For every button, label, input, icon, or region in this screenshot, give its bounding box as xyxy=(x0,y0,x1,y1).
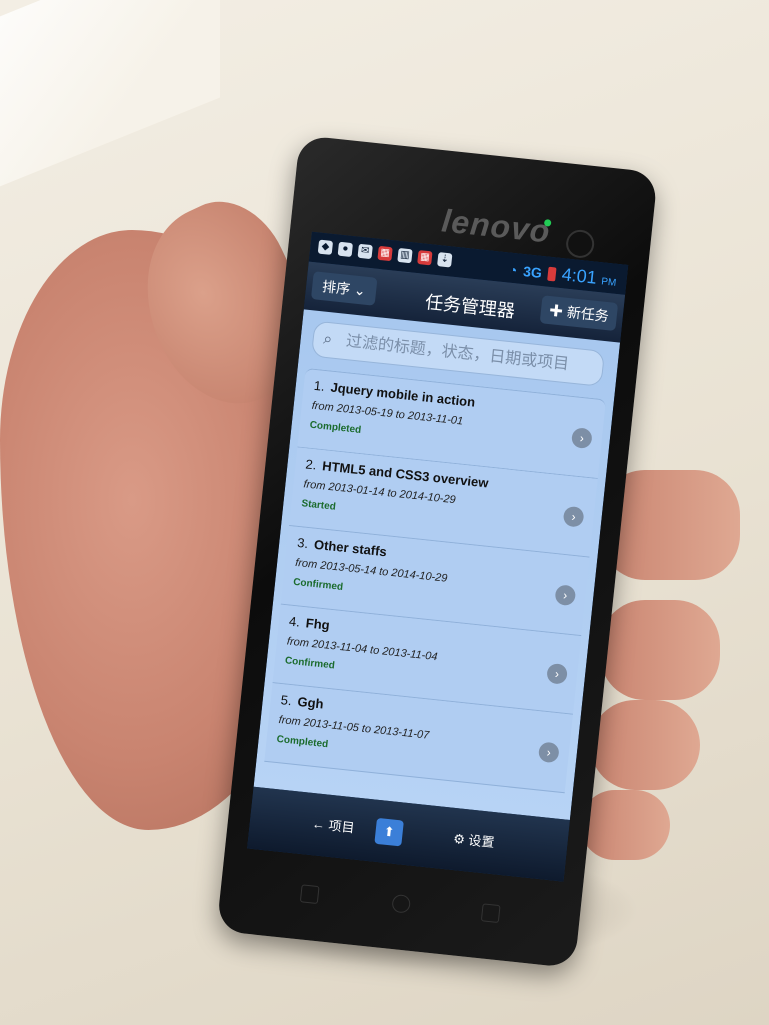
home-key[interactable] xyxy=(391,893,412,914)
task-title: 4. Fhg xyxy=(288,613,331,633)
new-task-button[interactable]: ✚ 新任务 xyxy=(539,295,619,332)
chevron-right-icon: › xyxy=(554,584,577,607)
sort-label: 排序 xyxy=(321,278,352,298)
task-title: 3. Other staffs xyxy=(296,535,388,560)
menu-key[interactable] xyxy=(480,903,501,924)
gear-icon: ⚙ xyxy=(452,830,466,848)
calendar-icon: ▦ xyxy=(377,245,393,262)
chat-icon: ● xyxy=(337,241,353,258)
settings-button[interactable]: ⚙ 设置 xyxy=(444,825,504,857)
chevron-right-icon: › xyxy=(562,505,585,528)
task-status: Started xyxy=(300,498,337,513)
search-icon: ⌕ xyxy=(322,330,334,349)
task-status: Confirmed xyxy=(292,576,344,593)
finger-2 xyxy=(600,600,720,700)
app-icon: ◆ xyxy=(317,239,334,255)
arrow-up-icon: ⬆ xyxy=(382,823,396,840)
page-title: 任务管理器 xyxy=(424,292,516,322)
phone-screen: ◆ ● ✉ ▦ ▥ ▦ ⇣ ◔ 3G 4:01 PM 排序 ⌄ 任务管理器 ✚ … xyxy=(247,231,629,882)
storage-icon: ▥ xyxy=(397,247,413,264)
download-icon: ⇣ xyxy=(437,252,453,268)
projects-button[interactable]: ← 项目 xyxy=(303,810,364,842)
plus-icon: ✚ xyxy=(548,302,564,320)
task-status: Completed xyxy=(276,733,329,751)
notification-icons: ◆ ● ✉ ▦ ▥ ▦ ⇣ xyxy=(317,239,453,268)
calendar-icon-2: ▦ xyxy=(417,250,433,266)
wifi-icon: ◔ xyxy=(508,261,519,278)
new-task-label: 新任务 xyxy=(566,303,610,325)
finger-4 xyxy=(580,790,670,860)
task-title: 5. Ggh xyxy=(280,692,325,712)
chevron-right-icon: › xyxy=(546,662,569,685)
sort-button[interactable]: 排序 ⌄ xyxy=(310,271,378,306)
mail-icon: ✉ xyxy=(357,243,373,260)
chevron-down-icon: ⌄ xyxy=(353,281,367,299)
network-type: 3G xyxy=(522,262,543,281)
chevron-right-icon: › xyxy=(537,741,560,764)
front-camera xyxy=(564,228,596,260)
upload-button[interactable]: ⬆ xyxy=(374,817,404,847)
task-status: Confirmed xyxy=(284,655,336,672)
battery-icon xyxy=(547,266,557,281)
photo-scene: lenovo ◆ ● ✉ ▦ ▥ ▦ ⇣ ◔ 3G 4:01 PM 排序 ⌄ 任… xyxy=(0,0,769,1025)
back-key[interactable] xyxy=(299,884,320,905)
brand-logo: lenovo xyxy=(439,202,553,250)
projects-label: 项目 xyxy=(327,817,356,836)
arrow-left-icon: ← xyxy=(311,816,326,833)
settings-label: 设置 xyxy=(467,832,496,851)
chevron-right-icon: › xyxy=(570,427,593,450)
finger-3 xyxy=(590,700,700,790)
task-list: 1. Jquery mobile in action from 2013-05-1… xyxy=(264,367,607,794)
search-placeholder: 过滤的标题，状态，日期或项目 xyxy=(345,332,570,374)
task-status: Completed xyxy=(309,419,362,436)
content-area: ⌕ 过滤的标题，状态，日期或项目 1. Jquery mobile in acti… xyxy=(253,309,621,820)
status-time: 4:01 PM xyxy=(560,264,617,289)
